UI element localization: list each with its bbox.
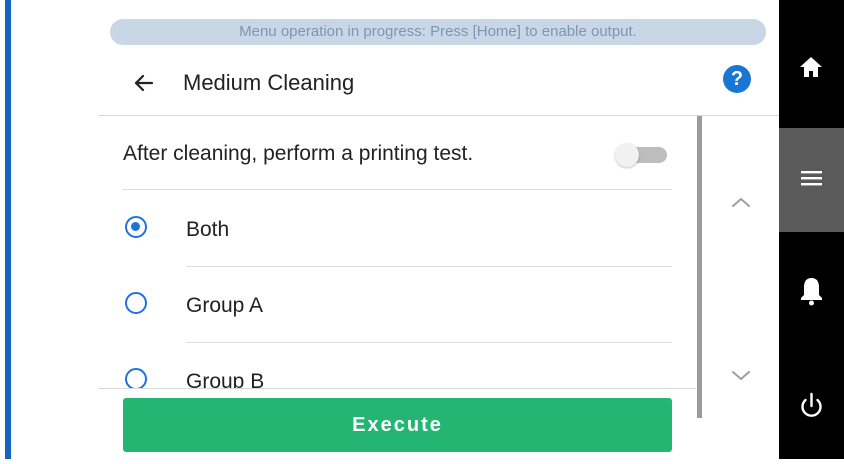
radio-unselected-icon[interactable] [125,368,147,388]
notification-button[interactable] [779,232,844,350]
chevron-up-icon[interactable] [719,180,763,224]
menu-button[interactable] [779,128,844,232]
left-edge-stripe [5,0,11,459]
option-label: Group B [186,370,265,388]
radio-dot [131,222,140,231]
power-icon [801,392,822,417]
status-banner: Menu operation in progress: Press [Home]… [110,19,766,45]
printing-test-label: After cleaning, perform a printing test. [123,142,474,165]
option-label: Group A [186,294,264,317]
toggle-thumb [615,143,639,167]
printing-test-toggle[interactable] [615,143,667,167]
home-icon [800,57,822,77]
option-both[interactable]: Both [98,190,696,266]
option-group-b[interactable]: Group B [98,342,696,388]
left-edge-bar [0,0,14,459]
option-label: Both [186,218,230,241]
side-nav [779,0,844,459]
radio-unselected-icon[interactable] [125,292,147,314]
page-header: Medium Cleaning ? [100,55,780,113]
home-button[interactable] [779,0,844,128]
footer-divider [98,388,696,389]
page-title: Medium Cleaning [183,70,355,95]
menu-icon [801,171,822,186]
scrollbar-thumb[interactable] [697,116,702,418]
radio-selected-icon[interactable] [125,216,147,238]
power-button[interactable] [779,350,844,459]
bell-icon [801,278,822,306]
execute-button[interactable]: Execute [123,398,672,452]
chevron-down-icon[interactable] [719,354,763,398]
help-icon[interactable]: ? [723,65,751,93]
option-group-a[interactable]: Group A [98,266,696,342]
printing-test-setting: After cleaning, perform a printing test. [98,116,696,190]
options-list: After cleaning, perform a printing test.… [98,116,696,388]
back-arrow-icon[interactable] [126,65,162,101]
